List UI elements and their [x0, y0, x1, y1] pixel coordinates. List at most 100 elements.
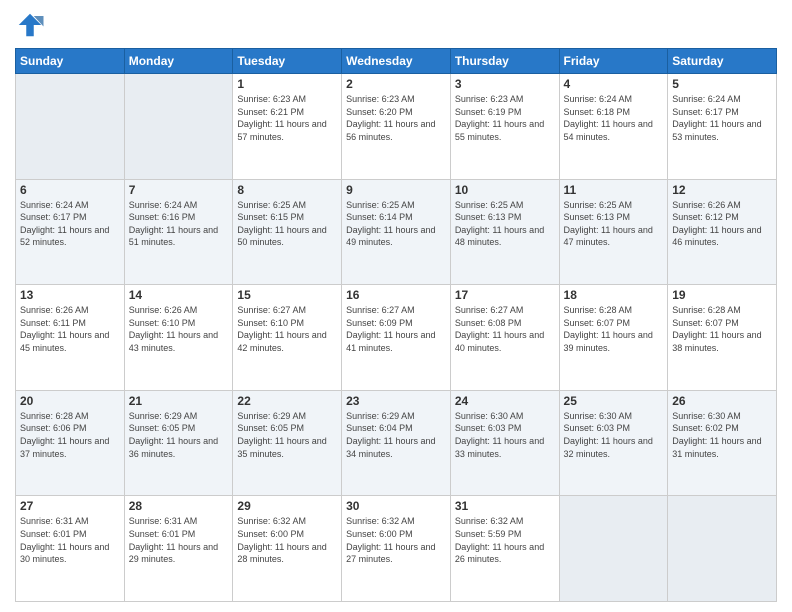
- day-number: 22: [237, 394, 337, 408]
- day-info: Sunrise: 6:26 AM Sunset: 6:10 PM Dayligh…: [129, 304, 229, 354]
- calendar-day-cell: 6 Sunrise: 6:24 AM Sunset: 6:17 PM Daylig…: [16, 179, 125, 285]
- day-info: Sunrise: 6:27 AM Sunset: 6:10 PM Dayligh…: [237, 304, 337, 354]
- calendar-day-cell: 30 Sunrise: 6:32 AM Sunset: 6:00 PM Dayli…: [342, 496, 451, 602]
- day-number: 21: [129, 394, 229, 408]
- calendar-day-cell: 10 Sunrise: 6:25 AM Sunset: 6:13 PM Dayli…: [450, 179, 559, 285]
- calendar-day-cell: 12 Sunrise: 6:26 AM Sunset: 6:12 PM Dayli…: [668, 179, 777, 285]
- day-number: 18: [564, 288, 664, 302]
- calendar-day-cell: 24Sunrise: 6:30 AM Sunset: 6:03 PM Dayli…: [450, 390, 559, 496]
- day-number: 19: [672, 288, 772, 302]
- day-number: 25: [564, 394, 664, 408]
- day-number: 2: [346, 77, 446, 91]
- calendar-week-row: 1 Sunrise: 6:23 AM Sunset: 6:21 PM Daylig…: [16, 74, 777, 180]
- calendar-day-cell: 28Sunrise: 6:31 AM Sunset: 6:01 PM Dayli…: [124, 496, 233, 602]
- day-info: Sunrise: 6:29 AM Sunset: 6:05 PM Dayligh…: [237, 410, 337, 460]
- day-info: Sunrise: 6:26 AM Sunset: 6:12 PM Dayligh…: [672, 199, 772, 249]
- day-info: Sunrise: 6:24 AM Sunset: 6:17 PM Dayligh…: [20, 199, 120, 249]
- calendar-day-cell: 8Sunrise: 6:25 AM Sunset: 6:15 PM Daylig…: [233, 179, 342, 285]
- day-info: Sunrise: 6:31 AM Sunset: 6:01 PM Dayligh…: [129, 515, 229, 565]
- header-friday: Friday: [559, 49, 668, 74]
- calendar-day-cell: 3 Sunrise: 6:23 AM Sunset: 6:19 PM Daylig…: [450, 74, 559, 180]
- day-info: Sunrise: 6:26 AM Sunset: 6:11 PM Dayligh…: [20, 304, 120, 354]
- calendar-day-cell: 17 Sunrise: 6:27 AM Sunset: 6:08 PM Dayli…: [450, 285, 559, 391]
- day-number: 27: [20, 499, 120, 513]
- calendar-day-cell: 13 Sunrise: 6:26 AM Sunset: 6:11 PM Dayli…: [16, 285, 125, 391]
- calendar-day-cell: 22 Sunrise: 6:29 AM Sunset: 6:05 PM Dayli…: [233, 390, 342, 496]
- day-info: Sunrise: 6:25 AM Sunset: 6:13 PM Dayligh…: [564, 199, 664, 249]
- calendar-day-cell: [16, 74, 125, 180]
- header-saturday: Saturday: [668, 49, 777, 74]
- day-info: Sunrise: 6:30 AM Sunset: 6:03 PM Dayligh…: [455, 410, 555, 460]
- day-info: Sunrise: 6:23 AM Sunset: 6:19 PM Dayligh…: [455, 93, 555, 143]
- day-info: Sunrise: 6:24 AM Sunset: 6:18 PM Dayligh…: [564, 93, 664, 143]
- day-number: 30: [346, 499, 446, 513]
- calendar-day-cell: 21 Sunrise: 6:29 AM Sunset: 6:05 PM Dayli…: [124, 390, 233, 496]
- header: [15, 10, 777, 40]
- day-number: 31: [455, 499, 555, 513]
- calendar-day-cell: 1 Sunrise: 6:23 AM Sunset: 6:21 PM Daylig…: [233, 74, 342, 180]
- day-number: 3: [455, 77, 555, 91]
- calendar-day-cell: 11 Sunrise: 6:25 AM Sunset: 6:13 PM Dayli…: [559, 179, 668, 285]
- day-number: 26: [672, 394, 772, 408]
- day-info: Sunrise: 6:32 AM Sunset: 5:59 PM Dayligh…: [455, 515, 555, 565]
- day-info: Sunrise: 6:24 AM Sunset: 6:16 PM Dayligh…: [129, 199, 229, 249]
- calendar-table: Sunday Monday Tuesday Wednesday Thursday…: [15, 48, 777, 602]
- logo: [15, 10, 49, 40]
- day-number: 20: [20, 394, 120, 408]
- calendar-day-cell: 5 Sunrise: 6:24 AM Sunset: 6:17 PM Daylig…: [668, 74, 777, 180]
- day-number: 7: [129, 183, 229, 197]
- calendar-day-cell: 27Sunrise: 6:31 AM Sunset: 6:01 PM Dayli…: [16, 496, 125, 602]
- day-number: 29: [237, 499, 337, 513]
- day-number: 13: [20, 288, 120, 302]
- calendar-day-cell: 25Sunrise: 6:30 AM Sunset: 6:03 PM Dayli…: [559, 390, 668, 496]
- calendar-day-cell: 29 Sunrise: 6:32 AM Sunset: 6:00 PM Dayli…: [233, 496, 342, 602]
- day-number: 11: [564, 183, 664, 197]
- day-info: Sunrise: 6:25 AM Sunset: 6:13 PM Dayligh…: [455, 199, 555, 249]
- day-number: 8: [237, 183, 337, 197]
- day-info: Sunrise: 6:28 AM Sunset: 6:07 PM Dayligh…: [564, 304, 664, 354]
- header-sunday: Sunday: [16, 49, 125, 74]
- day-number: 16: [346, 288, 446, 302]
- day-info: Sunrise: 6:23 AM Sunset: 6:21 PM Dayligh…: [237, 93, 337, 143]
- day-number: 17: [455, 288, 555, 302]
- day-number: 4: [564, 77, 664, 91]
- day-info: Sunrise: 6:24 AM Sunset: 6:17 PM Dayligh…: [672, 93, 772, 143]
- calendar-header-row: Sunday Monday Tuesday Wednesday Thursday…: [16, 49, 777, 74]
- calendar-day-cell: 14 Sunrise: 6:26 AM Sunset: 6:10 PM Dayli…: [124, 285, 233, 391]
- day-number: 12: [672, 183, 772, 197]
- day-info: Sunrise: 6:23 AM Sunset: 6:20 PM Dayligh…: [346, 93, 446, 143]
- day-number: 9: [346, 183, 446, 197]
- calendar-day-cell: 4 Sunrise: 6:24 AM Sunset: 6:18 PM Daylig…: [559, 74, 668, 180]
- day-info: Sunrise: 6:32 AM Sunset: 6:00 PM Dayligh…: [346, 515, 446, 565]
- calendar-day-cell: [668, 496, 777, 602]
- day-number: 15: [237, 288, 337, 302]
- day-number: 14: [129, 288, 229, 302]
- day-number: 6: [20, 183, 120, 197]
- calendar-week-row: 6 Sunrise: 6:24 AM Sunset: 6:17 PM Daylig…: [16, 179, 777, 285]
- day-info: Sunrise: 6:28 AM Sunset: 6:07 PM Dayligh…: [672, 304, 772, 354]
- logo-icon: [15, 10, 45, 40]
- header-monday: Monday: [124, 49, 233, 74]
- calendar-day-cell: 18 Sunrise: 6:28 AM Sunset: 6:07 PM Dayli…: [559, 285, 668, 391]
- day-number: 1: [237, 77, 337, 91]
- day-info: Sunrise: 6:27 AM Sunset: 6:08 PM Dayligh…: [455, 304, 555, 354]
- day-info: Sunrise: 6:29 AM Sunset: 6:05 PM Dayligh…: [129, 410, 229, 460]
- day-info: Sunrise: 6:30 AM Sunset: 6:02 PM Dayligh…: [672, 410, 772, 460]
- day-number: 5: [672, 77, 772, 91]
- header-tuesday: Tuesday: [233, 49, 342, 74]
- day-info: Sunrise: 6:27 AM Sunset: 6:09 PM Dayligh…: [346, 304, 446, 354]
- calendar-day-cell: 26 Sunrise: 6:30 AM Sunset: 6:02 PM Dayli…: [668, 390, 777, 496]
- calendar-day-cell: 7 Sunrise: 6:24 AM Sunset: 6:16 PM Daylig…: [124, 179, 233, 285]
- calendar-day-cell: 9Sunrise: 6:25 AM Sunset: 6:14 PM Daylig…: [342, 179, 451, 285]
- day-info: Sunrise: 6:32 AM Sunset: 6:00 PM Dayligh…: [237, 515, 337, 565]
- day-number: 10: [455, 183, 555, 197]
- page: Sunday Monday Tuesday Wednesday Thursday…: [0, 0, 792, 612]
- calendar-day-cell: 16 Sunrise: 6:27 AM Sunset: 6:09 PM Dayli…: [342, 285, 451, 391]
- day-info: Sunrise: 6:28 AM Sunset: 6:06 PM Dayligh…: [20, 410, 120, 460]
- calendar-day-cell: 20 Sunrise: 6:28 AM Sunset: 6:06 PM Dayli…: [16, 390, 125, 496]
- day-info: Sunrise: 6:29 AM Sunset: 6:04 PM Dayligh…: [346, 410, 446, 460]
- calendar-day-cell: 19 Sunrise: 6:28 AM Sunset: 6:07 PM Dayli…: [668, 285, 777, 391]
- header-wednesday: Wednesday: [342, 49, 451, 74]
- calendar-week-row: 20 Sunrise: 6:28 AM Sunset: 6:06 PM Dayli…: [16, 390, 777, 496]
- calendar-week-row: 13 Sunrise: 6:26 AM Sunset: 6:11 PM Dayli…: [16, 285, 777, 391]
